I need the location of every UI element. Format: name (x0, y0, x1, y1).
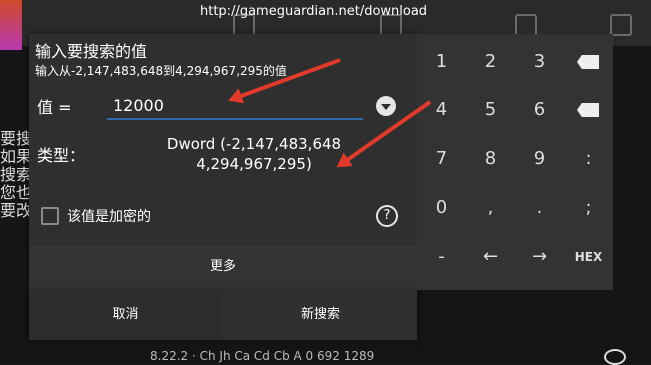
url-text: http://gameguardian.net/download (200, 4, 428, 19)
key-1[interactable]: 1 (417, 37, 466, 87)
backspace-key[interactable] (564, 37, 613, 87)
clear-icon (577, 103, 599, 117)
key-semicolon[interactable]: ; (564, 183, 613, 233)
search-dialog: 输入要搜索的值 输入从-2,147,483,648到4,294,967,295的… (29, 34, 417, 340)
key-3[interactable]: 3 (515, 37, 564, 87)
key-dot[interactable]: . (515, 183, 564, 233)
backspace-icon (577, 55, 599, 69)
key-4[interactable]: 4 (417, 85, 466, 135)
dialog-title: 输入要搜索的值 (35, 42, 148, 61)
side-text-line: 您也 (0, 183, 33, 202)
side-text-line: 要搜 (0, 129, 33, 148)
background-side-text: 要搜 如果 搜索 您也 要改 (0, 130, 32, 220)
bottom-status: 8.22.2 · Ch Jh Ca Cd Cb A 0 692 1289 (150, 349, 375, 363)
key-colon[interactable]: : (564, 134, 613, 184)
cancel-button[interactable]: 取消 (29, 290, 222, 340)
key-right-arrow[interactable]: → (515, 232, 564, 282)
more-button[interactable]: 更多 (29, 246, 417, 287)
key-9[interactable]: 9 (515, 134, 564, 184)
side-text-line: 搜索 (0, 165, 33, 184)
type-value-line1: Dword (-2,147,483,648 (166, 135, 342, 153)
history-dropdown-icon[interactable] (376, 96, 396, 116)
help-icon[interactable]: ? (376, 205, 398, 227)
encrypted-label: 该值是加密的 (67, 209, 151, 225)
encrypted-checkbox[interactable] (41, 207, 59, 225)
key-left-arrow[interactable]: ← (466, 232, 515, 282)
key-7[interactable]: 7 (417, 134, 466, 184)
key-8[interactable]: 8 (466, 134, 515, 184)
key-5[interactable]: 5 (466, 85, 515, 135)
value-label: 值 = (37, 98, 72, 117)
key-minus[interactable]: - (417, 232, 466, 282)
list-icon (515, 14, 537, 36)
key-2[interactable]: 2 (466, 37, 515, 87)
dialog-button-row: 取消 新搜索 (29, 290, 417, 340)
eye-icon[interactable] (604, 349, 626, 365)
app-thumbnail[interactable] (0, 0, 22, 50)
numeric-keypad: 1 2 3 4 5 6 7 8 9 : 0 , . ; - ← → HEX (417, 34, 613, 290)
new-search-button[interactable]: 新搜索 (224, 290, 417, 340)
side-text-line: 如果 (0, 147, 33, 166)
clear-key[interactable] (564, 85, 613, 135)
key-comma[interactable]: , (466, 183, 515, 233)
dialog-subtitle: 输入从-2,147,483,648到4,294,967,295的值 (35, 64, 287, 78)
side-text-line: 要改 (0, 201, 33, 220)
key-hex[interactable]: HEX (564, 232, 613, 282)
key-0[interactable]: 0 (417, 183, 466, 233)
menu-icon (610, 14, 632, 36)
key-6[interactable]: 6 (515, 85, 564, 135)
type-label: 类型： (37, 146, 86, 165)
